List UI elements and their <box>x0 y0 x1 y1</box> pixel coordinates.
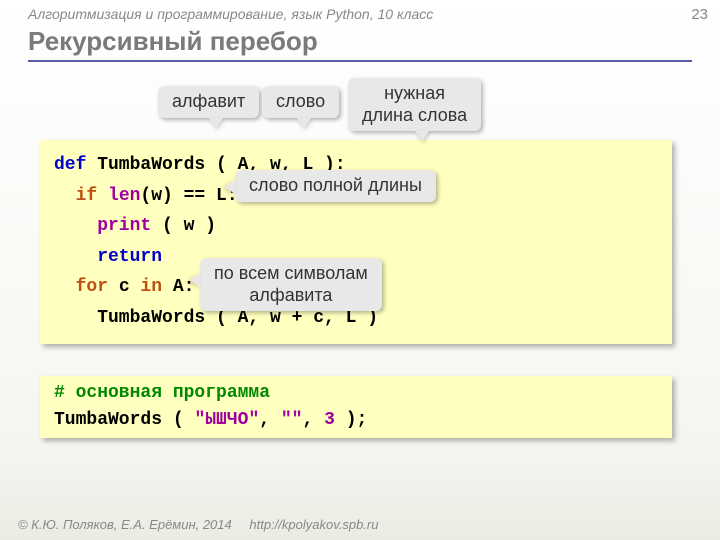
callout-alphabet: алфавит <box>158 86 259 118</box>
footer-url: http://kpolyakov.spb.ru <box>249 517 378 532</box>
callout-length: нужная длина слова <box>348 78 481 131</box>
slide-title: Рекурсивный перебор <box>28 26 318 57</box>
page-number: 23 <box>691 6 708 23</box>
footer: © К.Ю. Поляков, Е.А. Ерёмин, 2014 http:/… <box>18 517 378 532</box>
callout-word: слово <box>262 86 339 118</box>
callout-allchars: по всем символам алфавита <box>200 258 382 311</box>
footer-copyright: © К.Ю. Поляков, Е.А. Ерёмин, 2014 <box>18 517 232 532</box>
callout-fullword: слово полной длины <box>235 170 436 202</box>
title-underline <box>28 60 692 62</box>
header-text: Алгоритмизация и программирование, язык … <box>28 6 433 22</box>
code-block-main: # основная программа TumbaWords ( "ЫШЧО"… <box>40 376 672 438</box>
